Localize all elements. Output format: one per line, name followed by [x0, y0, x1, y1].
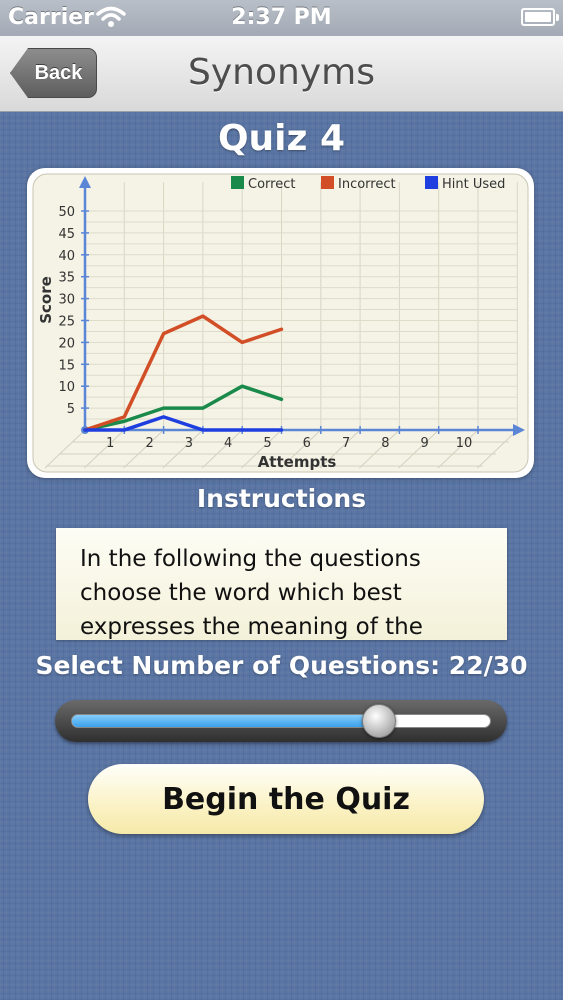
y-axis-label: Score: [37, 276, 55, 324]
legend-label: Incorrect: [338, 177, 396, 192]
y-tick-label: 30: [58, 293, 75, 308]
battery-icon: [521, 8, 559, 26]
instructions-text: In the following the questions choose th…: [80, 546, 423, 640]
x-axis-label: Attempts: [258, 453, 337, 471]
x-tick-label: 7: [342, 436, 350, 451]
instructions-heading: Instructions: [196, 484, 367, 513]
navigation-bar: Back Synonyms: [0, 36, 563, 112]
x-tick-label: 9: [421, 436, 429, 451]
x-tick-label: 5: [263, 436, 271, 451]
legend-swatch: [425, 176, 438, 189]
clock: 2:37 PM: [231, 5, 332, 30]
score-chart-svg: 51015202530354045501 2 3 4 5 6 7 8 9 10AttemptsSc…: [32, 173, 529, 473]
legend-label: Hint Used: [442, 177, 505, 192]
slider-thumb[interactable]: [362, 704, 396, 738]
score-chart: 5 10 15 20 25 30 35 40 45 50 1 2 3 4 5 6 7 8 9 10 Attempts Sc…: [27, 168, 534, 478]
chart-background: [32, 173, 529, 473]
x-tick-label: 3: [185, 436, 193, 451]
y-tick-label: 10: [58, 380, 75, 395]
x-tick-label: 1: [106, 436, 114, 451]
legend-swatch: [231, 176, 244, 189]
y-tick-label: 45: [58, 227, 75, 242]
x-tick-label: 8: [381, 436, 389, 451]
slider-track[interactable]: [71, 714, 491, 728]
y-tick-label: 15: [58, 358, 75, 373]
question-count-label: Select Number of Questions: 22/30: [35, 651, 528, 680]
x-tick-label: 4: [224, 436, 232, 451]
y-tick-label: 50: [58, 205, 75, 220]
question-count-slider[interactable]: [55, 700, 507, 742]
slider-fill: [72, 715, 380, 727]
legend-swatch: [321, 176, 334, 189]
x-tick-label: 10: [456, 436, 473, 451]
x-tick-label: 6: [303, 436, 311, 451]
y-tick-label: 25: [58, 315, 75, 330]
x-tick-label: 2: [145, 436, 153, 451]
quiz-title: Quiz 4: [217, 118, 346, 159]
y-tick-label: 20: [58, 336, 75, 351]
y-tick-label: 35: [58, 271, 75, 286]
legend-label: Correct: [248, 177, 295, 192]
status-bar: Carrier 2:37 PM: [0, 0, 563, 36]
begin-quiz-button[interactable]: Begin the Quiz: [88, 764, 484, 834]
page-title: Synonyms: [188, 52, 375, 93]
y-tick-label: 40: [58, 249, 75, 264]
y-tick-label: 5: [67, 402, 75, 417]
instructions-textbox[interactable]: In the following the questions choose th…: [56, 528, 507, 640]
